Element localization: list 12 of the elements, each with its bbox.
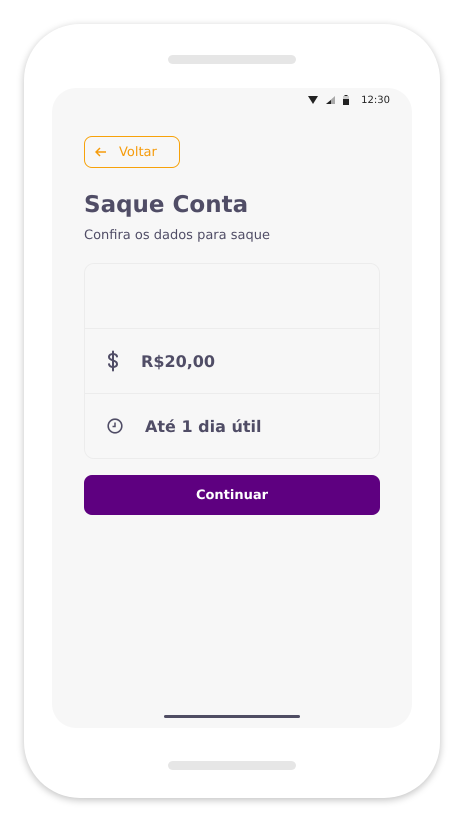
signal-icon	[326, 96, 336, 104]
page-title: Saque Conta	[84, 192, 250, 218]
page-subtitle: Confira os dados para saque	[84, 228, 271, 243]
delivery-time-text: Até 1 dia útil	[145, 416, 262, 436]
dollar-icon	[107, 350, 119, 372]
continue-button[interactable]: Continuar	[84, 475, 380, 515]
amount-text: R$20,00	[141, 352, 216, 370]
status-time: 12:30	[361, 94, 390, 106]
clock-icon	[107, 418, 123, 434]
battery-icon	[343, 95, 350, 105]
wifi-icon	[308, 96, 318, 104]
back-arrow-icon	[95, 147, 107, 157]
